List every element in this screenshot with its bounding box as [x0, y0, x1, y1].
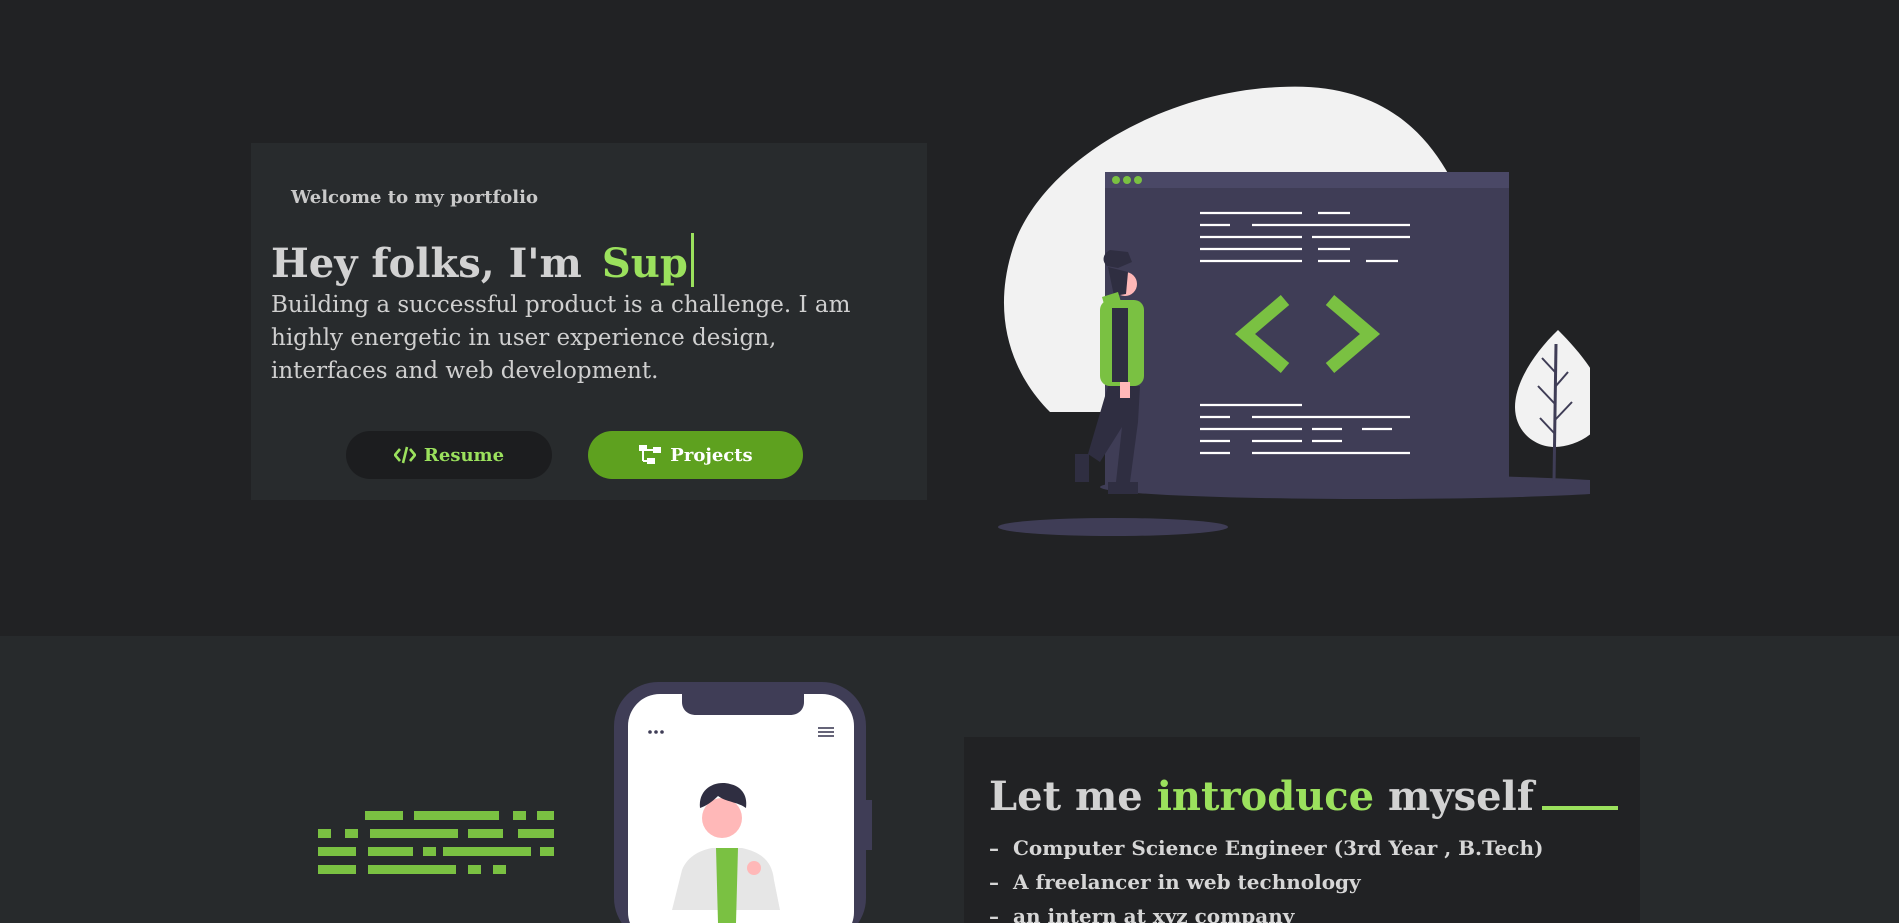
headline-prefix: Hey folks, I'm [271, 240, 582, 287]
resume-label: Resume [423, 444, 505, 466]
dash-bullet: – [989, 870, 999, 894]
more-icon [648, 730, 664, 734]
title-part2: myself [1388, 773, 1534, 820]
introduce-card: Let me introduce myself – Computer Scienc… [964, 737, 1640, 923]
projects-label: Projects [670, 444, 753, 466]
floor-shadow-small [998, 518, 1228, 536]
list-item-text: Computer Science Engineer (3rd Year , B.… [1013, 836, 1544, 860]
about-list: – Computer Science Engineer (3rd Year , B… [989, 831, 1544, 923]
introduce-title: Let me introduce myself [989, 773, 1618, 820]
list-item: – Computer Science Engineer (3rd Year , B… [989, 831, 1544, 865]
browser-window [1105, 172, 1509, 489]
title-part1: Let me [989, 773, 1143, 820]
list-item-text: an intern at xyz company [1013, 904, 1295, 923]
sitemap-icon [638, 444, 662, 466]
phone-illustration [614, 682, 872, 923]
intro-card: Welcome to my portfolio Hey folks, I'm Su… [251, 143, 927, 500]
typing-cursor [690, 233, 694, 287]
title-underline [1541, 806, 1618, 810]
bio-text: Building a successful product is a chall… [271, 292, 851, 384]
list-item: – an intern at xyz company [989, 899, 1544, 923]
welcome-text: Welcome to my portfolio [291, 187, 538, 208]
list-item: – A freelancer in web technology [989, 865, 1544, 899]
title-highlight: introduce [1156, 773, 1375, 820]
dash-bullet: – [989, 836, 999, 860]
code-icon [393, 446, 416, 464]
hero-section: Welcome to my portfolio Hey folks, I'm Su… [0, 0, 1899, 636]
decorative-lines-icon [318, 811, 554, 874]
projects-button[interactable]: Projects [588, 431, 803, 479]
resume-button[interactable]: Resume [346, 431, 552, 479]
typed-text: Sup [601, 240, 688, 287]
list-item-text: A freelancer in web technology [1013, 870, 1361, 894]
tree-illustration [1515, 330, 1590, 483]
developer-illustration [998, 86, 1590, 536]
page-title: Hey folks, I'm Sup [271, 233, 694, 287]
dash-bullet: – [989, 904, 999, 923]
browser-titlebar [1105, 172, 1509, 188]
